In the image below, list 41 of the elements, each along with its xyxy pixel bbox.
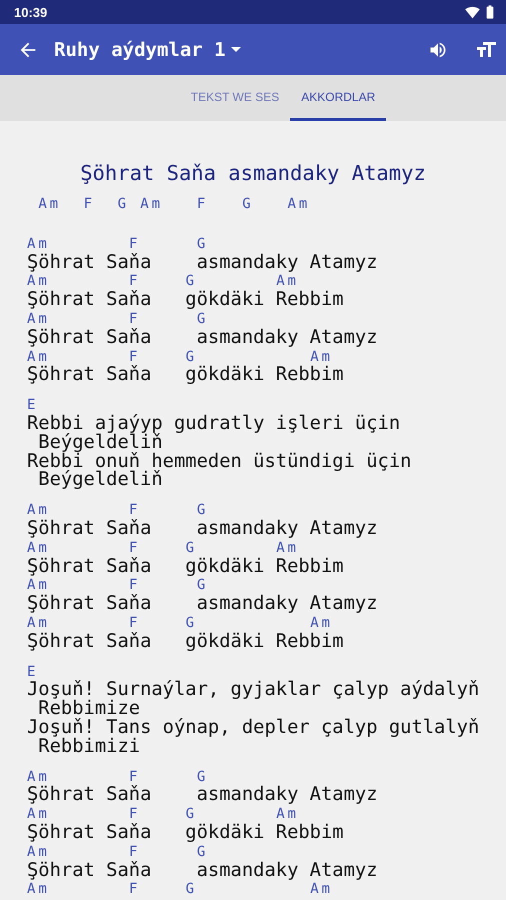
caret-icon (230, 47, 241, 52)
clock-time: 10:39 (14, 4, 48, 20)
chord-line: Am F G Am (27, 880, 333, 900)
songbook-dropdown[interactable]: Ruhy aýdymlar 1 (54, 38, 241, 60)
lyric-line: Joşuň! Surnaýlar, gyjaklar çalyp aýdalyň (27, 681, 480, 700)
chord-line: E (27, 396, 38, 414)
lyric-line: Beýgeldeliň (37, 471, 163, 490)
song-title: Şöhrat Saňa asmandaky Atamyz (79, 161, 427, 185)
lyric-line: Rebbimizi (38, 738, 140, 757)
chord-line: Am F G (27, 234, 208, 253)
wifi-icon (465, 4, 480, 20)
lyric-line: Şöhrat Saňa asmandaky Atamyz (27, 328, 378, 348)
lyric-line: Şöhrat Saňa asmandaky Atamyz (27, 786, 378, 806)
chord-line: Am F G Am (27, 805, 299, 823)
chord-line: Am F G Am (27, 538, 299, 557)
chord-line: Am F G (27, 768, 208, 785)
lyric-line: Şöhrat Saňa asmandaky Atamyz (27, 862, 378, 880)
chord-line: Am F G (27, 576, 208, 594)
chord-line: Am F G (27, 501, 208, 519)
lyric-line: Rebbimize (38, 700, 140, 719)
chord-line: Am F G (27, 310, 208, 328)
lyric-line: Şöhrat Saňa gökdäki Rebbim (27, 558, 344, 576)
chord-line: Am F G Am F G Am (37, 195, 310, 214)
tab[interactable]: TEKST WE SES (180, 75, 290, 121)
chord-line: Am F G Am (27, 348, 333, 365)
chord-line: E (27, 662, 38, 680)
lyric-line: Şöhrat Saňa asmandaky Atamyz (27, 520, 378, 539)
lyric-line: Şöhrat Saňa gökdäki Rebbim (27, 632, 344, 652)
lyric-line: Şöhrat Saňa asmandaky Atamyz (27, 254, 378, 272)
lyric-line: Rebbi ajaýyp gudratly işleri üçin (27, 414, 400, 434)
lyric-line: Beýgeldeliň (38, 434, 163, 453)
chord-line: Am F G Am (27, 272, 299, 290)
lyric-line: Şöhrat Saňa asmandaky Atamyz (27, 595, 378, 614)
lyric-line: Şöhrat Saňa gökdäki Rebbim (27, 291, 344, 310)
lyric-line: Şöhrat Saňa gökdäki Rebbim (27, 366, 344, 386)
lyric-line: Rebbi onuň hemmeden üstündigi üçin (27, 452, 412, 472)
chord-line: Am F G Am (27, 614, 333, 632)
lyric-line: Joşuň! Tans oýnap, depler çalyp gutlalyň (27, 718, 480, 738)
chord-line: Am F G (27, 842, 208, 861)
tab[interactable]: AKKORDLAR (290, 75, 386, 121)
lyric-line: Şöhrat Saňa gökdäki Rebbim (27, 824, 344, 843)
